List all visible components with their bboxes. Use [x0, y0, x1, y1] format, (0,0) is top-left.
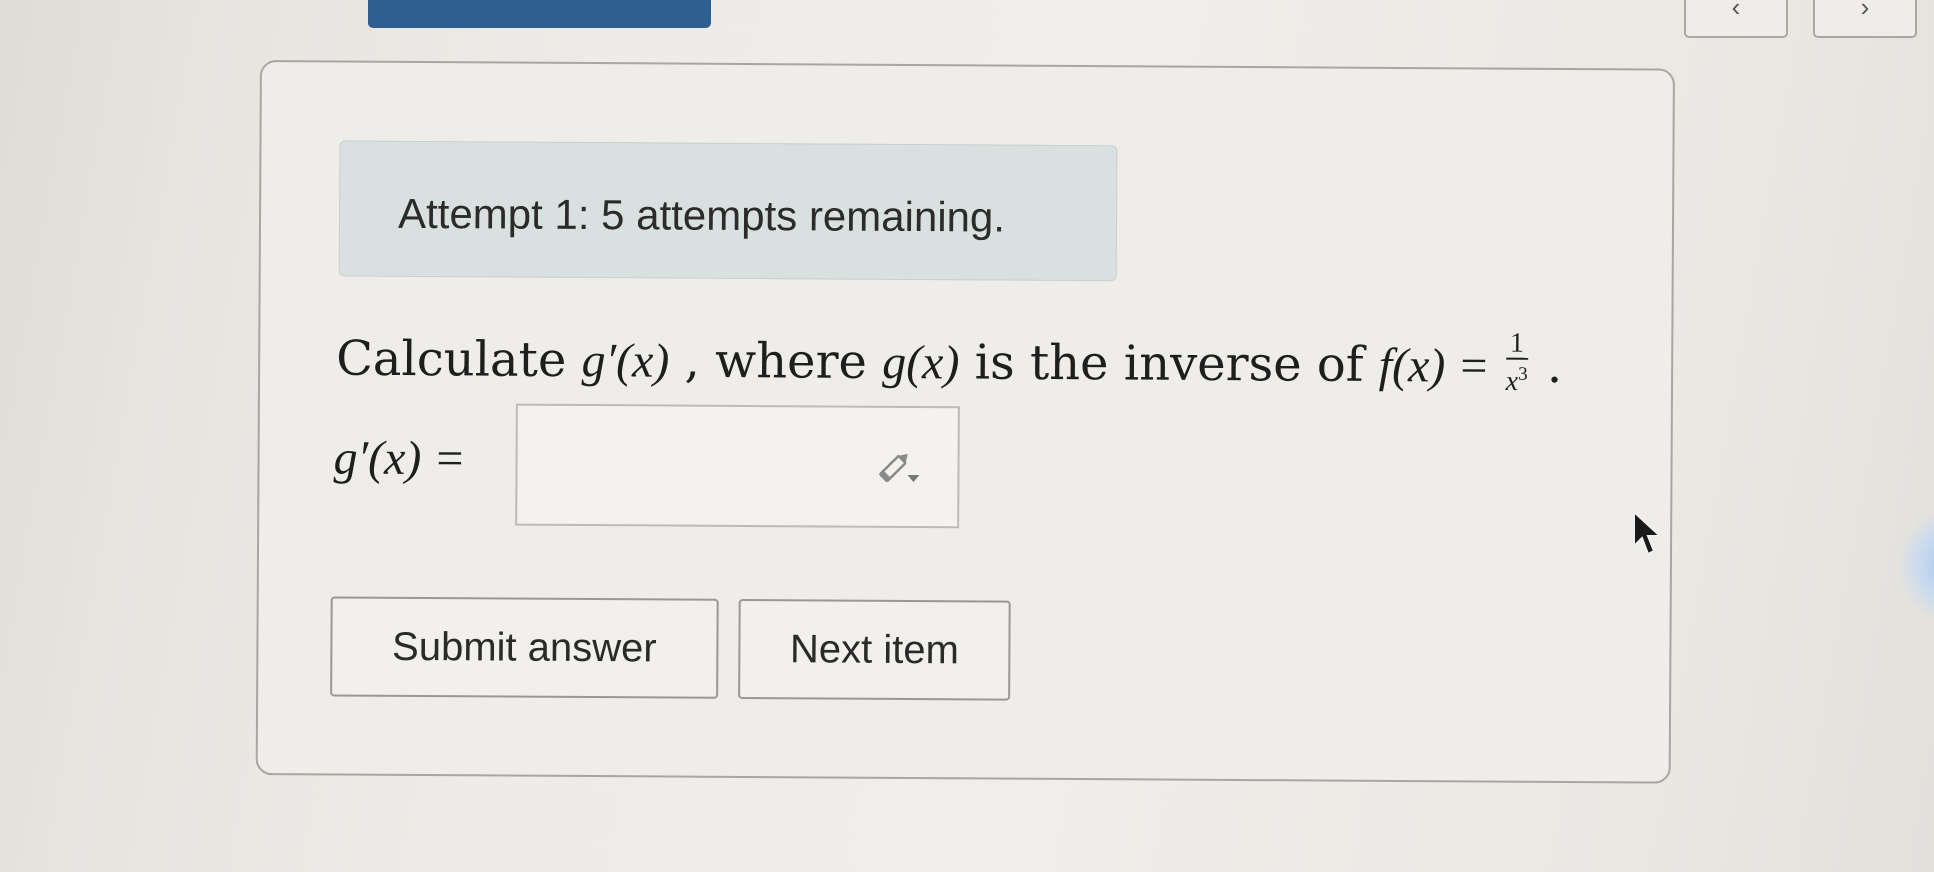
answer-input[interactable] — [515, 403, 960, 529]
attempt-banner: Attempt 1: 5 attempts remaining. — [338, 140, 1118, 282]
fraction-numerator: 1 — [1505, 328, 1528, 360]
inverse-function-expression: g(x) — [882, 335, 960, 390]
answer-label: g′(x) = — [333, 431, 466, 486]
chevron-left-icon: ‹ — [1731, 0, 1741, 22]
question-text: Calculate g′(x) , where g(x) is the inve… — [336, 328, 1563, 403]
next-item-button[interactable]: Next item — [738, 598, 1011, 701]
attempt-status-text: Attempt 1: 5 attempts remaining. — [397, 189, 1006, 241]
fraction-denominator-base: x — [1505, 365, 1519, 398]
submit-answer-button[interactable]: Submit answer — [330, 596, 719, 699]
chevron-right-icon: › — [1860, 0, 1870, 22]
previous-button[interactable]: ‹ — [1684, 0, 1788, 38]
fraction: 1 x3 — [1505, 328, 1528, 397]
question-suffix: . — [1546, 338, 1563, 395]
derivative-expression: g′(x) — [581, 334, 670, 388]
next-nav-button[interactable]: › — [1813, 0, 1917, 38]
mouse-cursor-icon — [1633, 510, 1663, 556]
question-middle-2: is the inverse of — [974, 334, 1379, 394]
question-card: Attempt 1: 5 attempts remaining. Calcula… — [255, 60, 1675, 784]
top-toolbar-button[interactable] — [368, 0, 711, 28]
question-prefix: Calculate — [336, 330, 582, 389]
question-middle: , where — [684, 332, 883, 390]
function-expression: f(x) = — [1378, 339, 1502, 393]
background-glow — [1900, 510, 1934, 620]
fraction-denominator-exponent: 3 — [1518, 363, 1528, 385]
pencil-icon[interactable] — [875, 448, 923, 488]
fraction-denominator: x3 — [1506, 360, 1528, 397]
